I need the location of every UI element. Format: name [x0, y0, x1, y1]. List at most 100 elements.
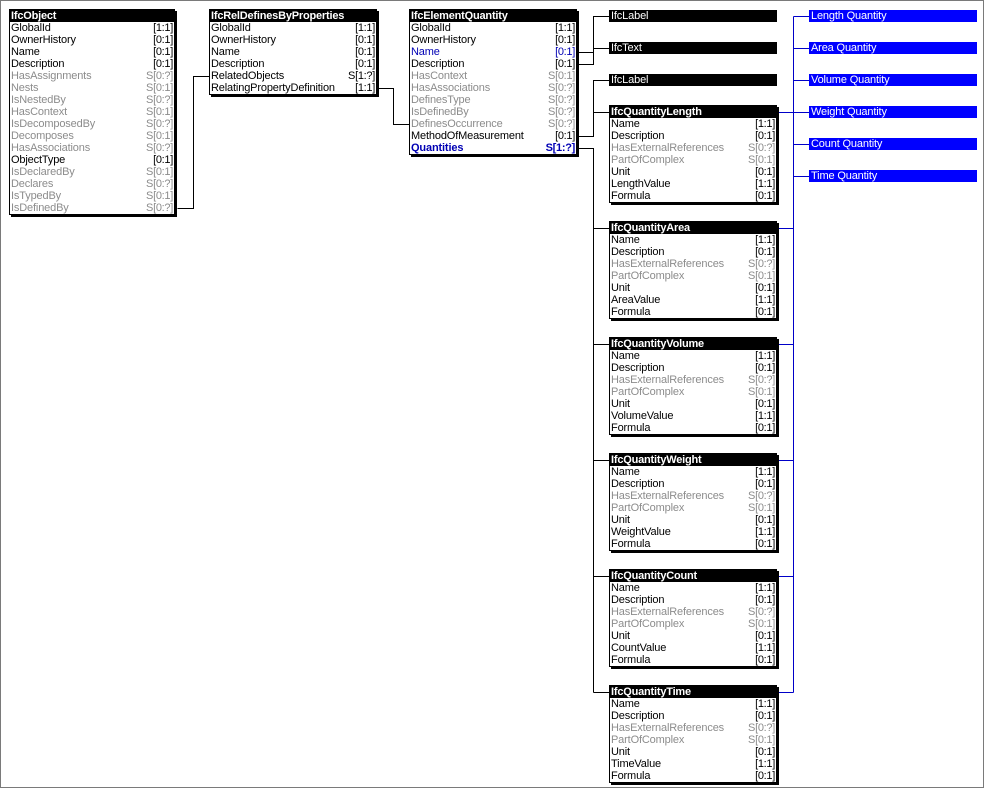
entity-ifcquantitylength[interactable]: IfcQuantityLength Name [1:1] Description [0…	[609, 105, 777, 203]
attribute-row[interactable]: Declares S[0:?]	[10, 178, 174, 190]
enum-count-quantity[interactable]: Count Quantity	[809, 138, 977, 150]
attribute-row[interactable]: IsDecomposedBy S[0:?]	[10, 118, 174, 130]
type-ifclabel-method[interactable]: IfcLabel	[609, 74, 777, 86]
attribute-row[interactable]: Description [0:1]	[10, 58, 174, 70]
type-ifclabel-name[interactable]: IfcLabel	[609, 10, 777, 22]
attribute-row[interactable]: HasAssociations S[0:?]	[10, 142, 174, 154]
attribute-row[interactable]: Name [1:1]	[610, 466, 776, 478]
enum-weight-quantity[interactable]: Weight Quantity	[809, 106, 977, 118]
entity-title[interactable]: IfcQuantityTime	[610, 686, 776, 698]
attribute-row[interactable]: Name [1:1]	[610, 698, 776, 710]
enum-length-quantity[interactable]: Length Quantity	[809, 10, 977, 22]
attribute-row[interactable]: Formula [0:1]	[610, 190, 776, 202]
attribute-row[interactable]: VolumeValue [1:1]	[610, 410, 776, 422]
attribute-row[interactable]: GlobalId [1:1]	[410, 22, 576, 34]
entity-title[interactable]: IfcQuantityVolume	[610, 338, 776, 350]
attribute-row[interactable]: DefinesOccurrence S[0:?]	[410, 118, 576, 130]
attribute-row[interactable]: Nests S[0:1]	[10, 82, 174, 94]
attribute-row[interactable]: TimeValue [1:1]	[610, 758, 776, 770]
entity-title[interactable]: IfcObject	[10, 10, 174, 22]
attribute-row[interactable]: IsDefinedBy S[0:?]	[10, 202, 174, 214]
entity-ifcquantitytime[interactable]: IfcQuantityTime Name [1:1] Description [0:1…	[609, 685, 777, 783]
attribute-row[interactable]: ObjectType [0:1]	[10, 154, 174, 166]
entity-ifcobject[interactable]: IfcObject GlobalId [1:1] OwnerHistory [0:1]…	[9, 9, 175, 215]
attribute-row[interactable]: HasContext S[0:1]	[410, 70, 576, 82]
attribute-row[interactable]: IsDeclaredBy S[0:1]	[10, 166, 174, 178]
attribute-row[interactable]: Name [0:1]	[410, 46, 576, 58]
attribute-row[interactable]: Formula [0:1]	[610, 654, 776, 666]
attribute-row[interactable]: Unit [0:1]	[610, 398, 776, 410]
attribute-row[interactable]: Description [0:1]	[610, 594, 776, 606]
attribute-row[interactable]: HasExternalReferences S[0:?]	[610, 490, 776, 502]
attribute-row[interactable]: HasExternalReferences S[0:?]	[610, 258, 776, 270]
attribute-row[interactable]: Unit [0:1]	[610, 282, 776, 294]
attribute-row[interactable]: Name [1:1]	[610, 118, 776, 130]
entity-title[interactable]: IfcQuantityLength	[610, 106, 776, 118]
entity-ifcquantityweight[interactable]: IfcQuantityWeight Name [1:1] Description [0…	[609, 453, 777, 551]
attribute-row[interactable]: Description [0:1]	[610, 130, 776, 142]
attribute-row[interactable]: RelatedObjects S[1:?]	[210, 70, 376, 82]
entity-title[interactable]: IfcQuantityWeight	[610, 454, 776, 466]
attribute-row[interactable]: Description [0:1]	[610, 710, 776, 722]
attribute-row[interactable]: IsTypedBy S[0:1]	[10, 190, 174, 202]
attribute-row[interactable]: CountValue [1:1]	[610, 642, 776, 654]
attribute-row[interactable]: Name [0:1]	[10, 46, 174, 58]
attribute-row[interactable]: IsNestedBy S[0:?]	[10, 94, 174, 106]
entity-title[interactable]: IfcQuantityArea	[610, 222, 776, 234]
attribute-row[interactable]: HasAssignments S[0:?]	[10, 70, 174, 82]
attribute-row[interactable]: PartOfComplex S[0:1]	[610, 618, 776, 630]
enum-time-quantity[interactable]: Time Quantity	[809, 170, 977, 182]
attribute-row[interactable]: HasContext S[0:1]	[10, 106, 174, 118]
attribute-row[interactable]: Formula [0:1]	[610, 306, 776, 318]
entity-ifcquantitycount[interactable]: IfcQuantityCount Name [1:1] Description [0:…	[609, 569, 777, 667]
enum-area-quantity[interactable]: Area Quantity	[809, 42, 977, 54]
attribute-row[interactable]: OwnerHistory [0:1]	[410, 34, 576, 46]
entity-ifcquantityarea[interactable]: IfcQuantityArea Name [1:1] Description [0:1…	[609, 221, 777, 319]
attribute-row[interactable]: LengthValue [1:1]	[610, 178, 776, 190]
attribute-row[interactable]: Unit [0:1]	[610, 514, 776, 526]
attribute-row[interactable]: Description [0:1]	[210, 58, 376, 70]
attribute-row[interactable]: AreaValue [1:1]	[610, 294, 776, 306]
attribute-row[interactable]: OwnerHistory [0:1]	[210, 34, 376, 46]
attribute-row[interactable]: OwnerHistory [0:1]	[10, 34, 174, 46]
attribute-row[interactable]: HasExternalReferences S[0:?]	[610, 142, 776, 154]
attribute-row[interactable]: Decomposes S[0:1]	[10, 130, 174, 142]
attribute-row[interactable]: Name [1:1]	[610, 350, 776, 362]
attribute-row[interactable]: PartOfComplex S[0:1]	[610, 154, 776, 166]
attribute-row[interactable]: DefinesType S[0:?]	[410, 94, 576, 106]
attribute-row[interactable]: PartOfComplex S[0:1]	[610, 734, 776, 746]
attribute-row[interactable]: Quantities S[1:?]	[410, 142, 576, 154]
attribute-row[interactable]: GlobalId [1:1]	[210, 22, 376, 34]
attribute-row[interactable]: Name [0:1]	[210, 46, 376, 58]
attribute-row[interactable]: HasExternalReferences S[0:?]	[610, 606, 776, 618]
attribute-row[interactable]: Formula [0:1]	[610, 538, 776, 550]
attribute-row[interactable]: HasAssociations S[0:?]	[410, 82, 576, 94]
attribute-row[interactable]: PartOfComplex S[0:1]	[610, 270, 776, 282]
entity-ifcquantityvolume[interactable]: IfcQuantityVolume Name [1:1] Description [0…	[609, 337, 777, 435]
entity-title[interactable]: IfcElementQuantity	[410, 10, 576, 22]
attribute-row[interactable]: HasExternalReferences S[0:?]	[610, 722, 776, 734]
attribute-row[interactable]: Name [1:1]	[610, 234, 776, 246]
type-ifctext-description[interactable]: IfcText	[609, 42, 777, 54]
attribute-row[interactable]: Unit [0:1]	[610, 746, 776, 758]
attribute-row[interactable]: Description [0:1]	[610, 478, 776, 490]
attribute-row[interactable]: GlobalId [1:1]	[10, 22, 174, 34]
attribute-row[interactable]: Formula [0:1]	[610, 770, 776, 782]
attribute-row[interactable]: Formula [0:1]	[610, 422, 776, 434]
entity-title[interactable]: IfcRelDefinesByProperties	[210, 10, 376, 22]
attribute-row[interactable]: Unit [0:1]	[610, 166, 776, 178]
attribute-row[interactable]: PartOfComplex S[0:1]	[610, 386, 776, 398]
attribute-row[interactable]: Name [1:1]	[610, 582, 776, 594]
entity-title[interactable]: IfcQuantityCount	[610, 570, 776, 582]
attribute-row[interactable]: WeightValue [1:1]	[610, 526, 776, 538]
attribute-row[interactable]: Description [0:1]	[610, 362, 776, 374]
enum-volume-quantity[interactable]: Volume Quantity	[809, 74, 977, 86]
attribute-row[interactable]: IsDefinedBy S[0:?]	[410, 106, 576, 118]
attribute-row[interactable]: Description [0:1]	[410, 58, 576, 70]
entity-ifcreldefinesbyproperties[interactable]: IfcRelDefinesByProperties GlobalId [1:1] O…	[209, 9, 377, 95]
attribute-row[interactable]: MethodOfMeasurement [0:1]	[410, 130, 576, 142]
attribute-row[interactable]: PartOfComplex S[0:1]	[610, 502, 776, 514]
attribute-row[interactable]: HasExternalReferences S[0:?]	[610, 374, 776, 386]
attribute-row[interactable]: Description [0:1]	[610, 246, 776, 258]
entity-ifcelementquantity[interactable]: IfcElementQuantity GlobalId [1:1] OwnerHis…	[409, 9, 577, 155]
